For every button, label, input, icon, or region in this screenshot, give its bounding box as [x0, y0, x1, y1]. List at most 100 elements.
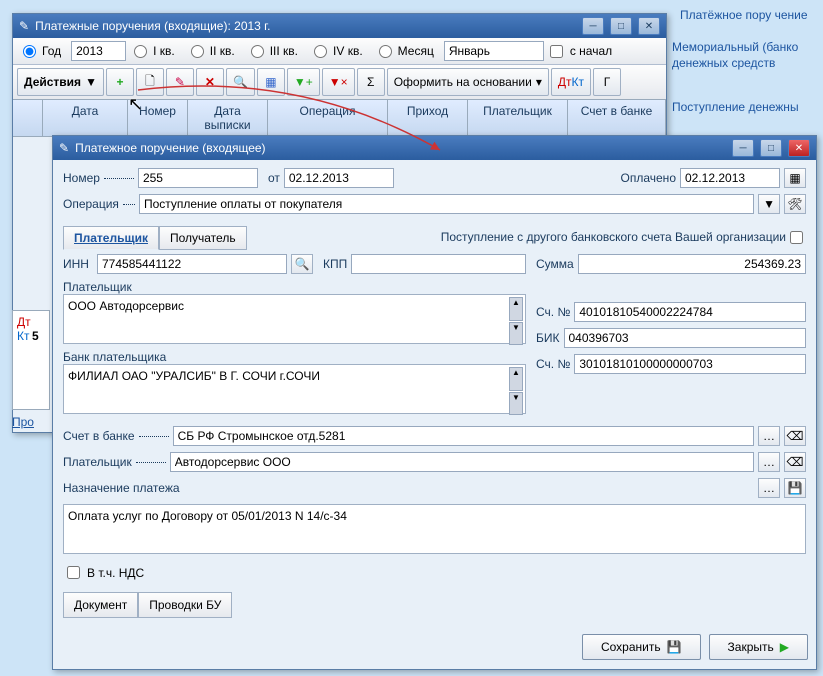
oformit-button[interactable]: Оформить на основании ▾ [387, 68, 549, 96]
tab-payer[interactable]: Плательщик [63, 226, 159, 250]
save-icon: 💾 [788, 481, 803, 495]
paid-date-input[interactable] [680, 168, 780, 188]
payer2-label: Плательщик [63, 455, 132, 469]
spin-down[interactable]: ▼ [509, 392, 523, 416]
q1-label: I кв. [153, 44, 175, 58]
search-button[interactable]: 🔍 [226, 68, 255, 96]
magnifier-icon: 🔍 [295, 257, 310, 271]
from-start-checkbox[interactable] [550, 45, 563, 58]
clear-icon: ⌫ [787, 429, 804, 443]
close-button[interactable]: ✕ [638, 17, 660, 35]
filter-remove-button[interactable]: ▼× [322, 68, 355, 96]
bg-text: денежных средств [672, 56, 775, 70]
close-button[interactable]: Закрыть▶ [709, 634, 808, 660]
spin-up[interactable]: ▲ [509, 367, 523, 391]
dtkt-icon: ДтКт [558, 75, 584, 89]
purpose-textarea[interactable]: Оплата услуг по Договору от 05/01/2013 N… [63, 504, 806, 554]
app-icon: ✎ [59, 141, 69, 155]
month-select[interactable] [444, 41, 544, 61]
payer-textbox[interactable]: ООО Автодорсервис ▲▼ [63, 294, 526, 344]
acc2-label: Сч. № [536, 357, 570, 371]
add-button[interactable]: + [106, 68, 134, 96]
bankacc-clear[interactable]: ⌫ [784, 426, 806, 446]
ellipsis-icon: … [763, 481, 775, 495]
payer2-input[interactable] [170, 452, 754, 472]
col-statement-date[interactable]: Дата выписки [188, 100, 268, 136]
calendar-button[interactable]: ▦ [257, 68, 285, 96]
operation-tool[interactable]: 🛠 [784, 194, 806, 214]
maximize-button[interactable]: □ [760, 139, 782, 157]
minimize-button[interactable]: ─ [582, 17, 604, 35]
acc1-input[interactable] [574, 302, 806, 322]
kpp-input[interactable] [351, 254, 526, 274]
dialog-title: Платежное поручение (входящее) [75, 141, 726, 155]
tab-document[interactable]: Документ [63, 592, 138, 618]
month-label: Месяц [398, 44, 434, 58]
number-input[interactable] [138, 168, 258, 188]
close-button[interactable]: ✕ [788, 139, 810, 157]
period-q1-radio[interactable] [134, 45, 147, 58]
dropdown-icon: ▾ [536, 75, 542, 89]
document-icon: 🗋 [145, 72, 155, 93]
period-q4-radio[interactable] [314, 45, 327, 58]
pro-link[interactable]: Про [12, 415, 34, 429]
col-income[interactable]: Приход [388, 100, 468, 136]
table-header: Дата Номер Дата выписки Операция Приход … [13, 99, 666, 137]
tab-receiver[interactable]: Получатель [159, 226, 247, 250]
sum-input[interactable] [578, 254, 806, 274]
col-number[interactable]: Номер [128, 100, 188, 136]
filter-add-button[interactable]: ▼+ [287, 68, 320, 96]
purpose-lookup[interactable]: … [758, 478, 780, 498]
bankacc-lookup[interactable]: … [758, 426, 780, 446]
period-year-radio[interactable] [23, 45, 36, 58]
save-button[interactable]: Сохранить💾 [582, 634, 701, 660]
magnifier-icon: 🔍 [233, 75, 248, 89]
period-month-radio[interactable] [379, 45, 392, 58]
funnel-plus-icon: ▼+ [294, 75, 313, 89]
operation-input[interactable] [139, 194, 754, 214]
col-date[interactable]: Дата [43, 100, 128, 136]
q3-label: III кв. [270, 44, 298, 58]
ellipsis-icon: … [763, 455, 775, 469]
from-date-input[interactable] [284, 168, 394, 188]
transfer-checkbox[interactable] [790, 231, 803, 244]
paid-date-picker[interactable]: ▦ [784, 168, 806, 188]
from-label: от [268, 171, 280, 185]
year-input[interactable] [71, 41, 126, 61]
period-q3-radio[interactable] [251, 45, 264, 58]
payer2-lookup[interactable]: … [758, 452, 780, 472]
col-bank-acc[interactable]: Счет в банке [568, 100, 666, 136]
inn-label: ИНН [63, 257, 93, 271]
col-payer[interactable]: Плательщик [468, 100, 568, 136]
more-button[interactable]: Γ [593, 68, 621, 96]
funnel-minus-icon: ▼× [329, 75, 348, 89]
acc2-input[interactable] [574, 354, 806, 374]
delete-button[interactable]: ✕ [196, 68, 224, 96]
spin-down[interactable]: ▼ [509, 322, 523, 346]
period-q2-radio[interactable] [191, 45, 204, 58]
operation-dropdown[interactable]: ▼ [758, 194, 780, 214]
from-start-label: с начал [570, 44, 612, 58]
bg-text: Поступление денежны [672, 100, 799, 114]
col-operation[interactable]: Операция [268, 100, 388, 136]
tab-entries[interactable]: Проводки БУ [138, 592, 232, 618]
maximize-button[interactable]: □ [610, 17, 632, 35]
bankacc-input[interactable] [173, 426, 754, 446]
minimize-button[interactable]: ─ [732, 139, 754, 157]
sum-button[interactable]: Σ [357, 68, 385, 96]
dtkr-button[interactable]: ДтКт [551, 68, 591, 96]
vat-label: В т.ч. НДС [87, 566, 144, 580]
bank-textbox[interactable]: ФИЛИАЛ ОАО "УРАЛСИБ" В Г. СОЧИ г.СОЧИ ▲▼ [63, 364, 526, 414]
purpose-save[interactable]: 💾 [784, 478, 806, 498]
vat-checkbox[interactable] [67, 566, 80, 579]
bik-input[interactable] [564, 328, 807, 348]
save-icon: 💾 [667, 640, 682, 654]
payer2-clear[interactable]: ⌫ [784, 452, 806, 472]
inn-input[interactable] [97, 254, 287, 274]
spin-up[interactable]: ▲ [509, 297, 523, 321]
edit-button[interactable]: ✎ [166, 68, 194, 96]
inn-lookup[interactable]: 🔍 [291, 254, 313, 274]
actions-button[interactable]: Действия ▼ [17, 68, 104, 96]
acc1-label: Сч. № [536, 305, 570, 319]
copy-button[interactable]: 🗋 [136, 68, 164, 96]
